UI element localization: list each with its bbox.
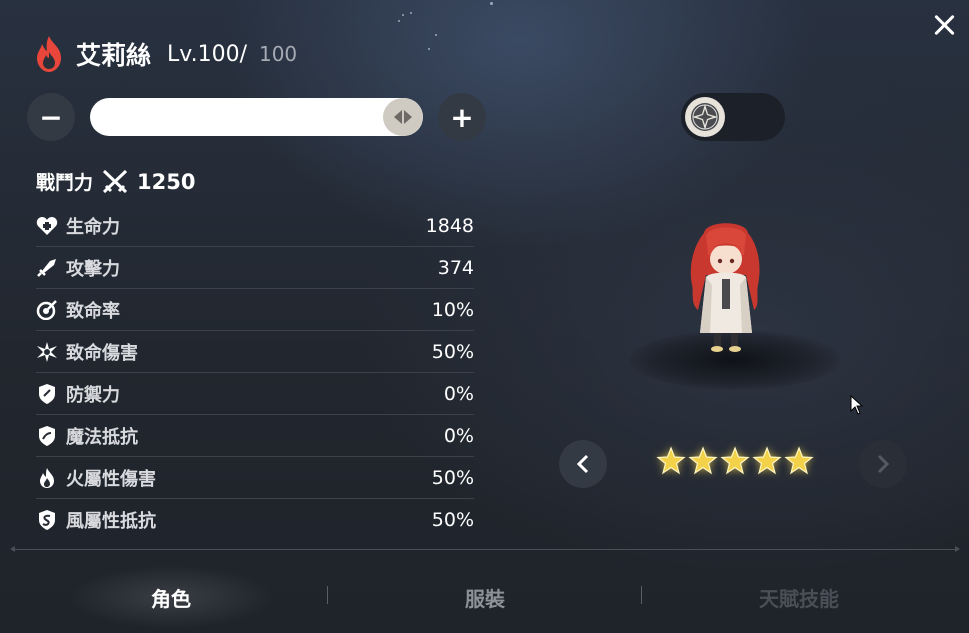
- character-name: 艾莉絲: [76, 41, 152, 70]
- combat-power-value: 1250: [137, 169, 196, 194]
- stat-name: 防禦力: [66, 384, 120, 406]
- chevron-left-icon: [576, 454, 589, 474]
- tab-label: 角色: [151, 586, 191, 611]
- character-sprite: [690, 223, 760, 352]
- star-rating: [656, 446, 814, 482]
- tab-divider: [10, 546, 960, 552]
- tab-costume[interactable]: 服裝: [328, 562, 642, 632]
- character-header: 艾莉絲 Lv.100/ 100: [30, 32, 297, 76]
- level-slider[interactable]: [90, 98, 423, 136]
- tab-talent-skills[interactable]: 天賦技能: [642, 562, 956, 632]
- star-icon: [784, 446, 814, 475]
- heart-plus-icon: [36, 215, 62, 237]
- max-level-label: 100: [258, 42, 298, 66]
- tab-label: 天賦技能: [759, 586, 839, 611]
- increase-level-button[interactable]: +: [438, 93, 486, 141]
- fire-element-icon: [37, 36, 61, 72]
- stat-value: 1848: [425, 214, 474, 237]
- level-label: Lv.100/: [167, 41, 247, 67]
- stat-row-defense: 防禦力 0%: [36, 373, 474, 415]
- tab-separator: [641, 586, 642, 604]
- stat-row-wind-resist: 風屬性抵抗 50%: [36, 499, 474, 541]
- chevron-right-icon: [877, 454, 890, 474]
- stat-name: 風屬性抵抗: [66, 511, 156, 532]
- bottom-tabs: 角色 服裝 天賦技能: [14, 562, 956, 632]
- stat-name: 致命率: [66, 300, 120, 322]
- stat-name: 攻擊力: [66, 258, 120, 280]
- sword-icon: [36, 257, 62, 279]
- background-sparkles: [380, 0, 530, 60]
- compass-star-icon: [685, 97, 725, 137]
- combat-power: 戰鬥力 1250: [36, 168, 195, 195]
- stat-row-crit-damage: 致命傷害 50%: [36, 331, 474, 373]
- stat-row-magic-resist: 魔法抵抗 0%: [36, 415, 474, 457]
- stat-value: 50%: [431, 466, 474, 489]
- tab-label: 服裝: [465, 586, 505, 611]
- magic-shield-icon: [36, 425, 62, 447]
- stat-row-fire-damage: 火屬性傷害 50%: [36, 457, 474, 499]
- stat-value: 50%: [431, 509, 474, 531]
- stat-name: 火屬性傷害: [66, 468, 156, 490]
- next-character-button[interactable]: [859, 440, 907, 488]
- crit-damage-icon: [36, 341, 62, 363]
- wind-shield-icon: [36, 509, 62, 531]
- shield-icon: [36, 383, 62, 405]
- stat-value: 50%: [431, 340, 474, 363]
- close-button[interactable]: [930, 10, 960, 40]
- stat-name: 魔法抵抗: [66, 426, 138, 448]
- stat-value: 0%: [443, 424, 474, 447]
- stat-row-hp: 生命力 1848: [36, 205, 474, 247]
- arrow-left-icon: [394, 110, 402, 124]
- plus-icon: +: [450, 100, 474, 134]
- combat-power-label: 戰鬥力: [36, 172, 94, 194]
- fire-icon: [36, 467, 62, 489]
- stat-row-crit-rate: 致命率 10%: [36, 289, 474, 331]
- tab-separator: [327, 586, 328, 604]
- crit-rate-icon: [36, 299, 62, 321]
- stats-list: 生命力 1848 攻擊力 374 致命率 10% 致命傷害 50% 防禦力 0%…: [36, 205, 474, 541]
- stat-value: 10%: [431, 298, 474, 321]
- star-icon: [720, 446, 750, 475]
- tab-character[interactable]: 角色: [14, 562, 328, 632]
- previous-character-button[interactable]: [559, 440, 607, 488]
- stat-name: 生命力: [66, 216, 120, 238]
- star-icon: [688, 446, 718, 475]
- stat-value: 374: [437, 256, 474, 279]
- stat-name: 致命傷害: [66, 342, 138, 364]
- crossed-swords-icon: [102, 169, 128, 193]
- star-icon: [752, 446, 782, 475]
- mouse-cursor-icon: [850, 395, 864, 415]
- arrow-right-icon: [404, 110, 412, 124]
- stat-row-attack: 攻擊力 374: [36, 247, 474, 289]
- minus-icon: −: [39, 100, 63, 134]
- awaken-toggle[interactable]: [681, 93, 785, 141]
- stat-value: 0%: [443, 382, 474, 405]
- decrease-level-button[interactable]: −: [27, 93, 75, 141]
- slider-handle[interactable]: [383, 98, 423, 136]
- star-icon: [656, 446, 686, 475]
